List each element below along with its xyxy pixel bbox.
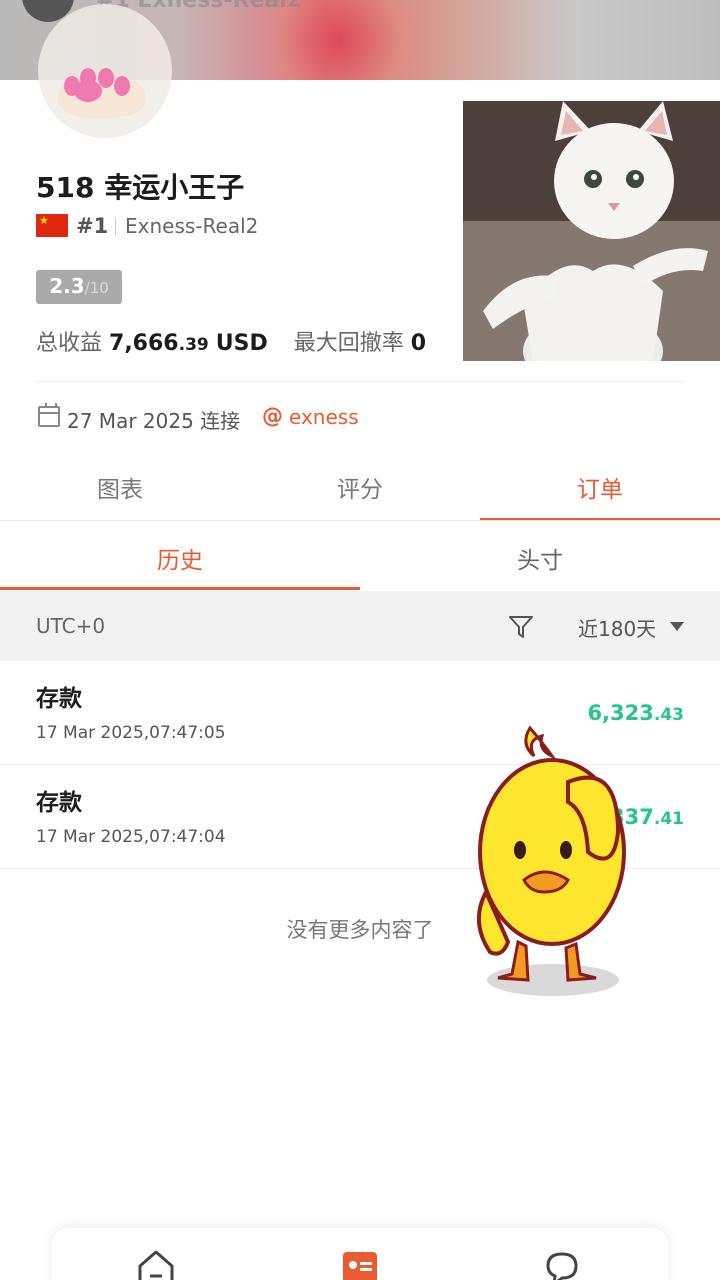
bottom-nav bbox=[52, 1228, 668, 1280]
max-drawdown-value: 0 bbox=[410, 331, 427, 356]
china-flag-icon: ★ bbox=[36, 214, 68, 237]
total-return-currency: USD bbox=[215, 331, 268, 356]
at-icon: @ bbox=[262, 404, 283, 428]
connected-date: 27 Mar 2025 连接 bbox=[67, 409, 241, 433]
divider bbox=[36, 381, 684, 382]
score-max: /10 bbox=[84, 279, 109, 297]
rank-label: #1 bbox=[76, 214, 109, 238]
sub-tabs: 历史 头寸 bbox=[0, 521, 720, 590]
duck-sticker-image bbox=[476, 725, 626, 996]
score-badge: 2.3/10 bbox=[36, 270, 122, 304]
score-value: 2.3 bbox=[49, 274, 85, 298]
stats-row: 总收益 7,666.39 USD 最大回撤率 0 bbox=[36, 325, 426, 357]
filter-icon[interactable] bbox=[508, 615, 534, 639]
tab-orders[interactable]: 订单 bbox=[480, 450, 720, 521]
tab-chart[interactable]: 图表 bbox=[0, 450, 240, 521]
home-icon[interactable] bbox=[134, 1246, 178, 1280]
max-drawdown-label: 最大回撤率 bbox=[293, 331, 404, 356]
timezone-label: UTC+0 bbox=[36, 614, 106, 638]
profile-name: 518 幸运小王子 bbox=[36, 171, 245, 204]
total-return-int: 7,666 bbox=[109, 331, 179, 356]
cat-sticker-image bbox=[463, 101, 720, 361]
profile-card-icon[interactable] bbox=[338, 1246, 382, 1280]
divider bbox=[115, 218, 116, 236]
chevron-down-icon[interactable] bbox=[670, 622, 684, 631]
order-time: 17 Mar 2025,07:47:04 bbox=[36, 827, 226, 847]
tab-positions[interactable]: 头寸 bbox=[360, 521, 720, 590]
tab-history[interactable]: 历史 bbox=[0, 521, 360, 590]
broker-link[interactable]: exness bbox=[289, 405, 359, 429]
order-type: 存款 bbox=[36, 790, 82, 816]
filter-bar: UTC+0 近180天 bbox=[0, 591, 720, 661]
order-type: 存款 bbox=[36, 686, 82, 712]
tab-rating[interactable]: 评分 bbox=[240, 450, 480, 521]
order-time: 17 Mar 2025,07:47:05 bbox=[36, 723, 226, 743]
total-return-dec: .39 bbox=[178, 335, 209, 355]
range-select[interactable]: 近180天 bbox=[578, 613, 656, 642]
chat-icon[interactable] bbox=[542, 1246, 586, 1280]
total-return-label: 总收益 bbox=[36, 331, 103, 356]
account-name: Exness-Real2 bbox=[125, 214, 259, 238]
calendar-icon bbox=[38, 403, 60, 427]
avatar[interactable] bbox=[38, 4, 172, 138]
main-tabs: 图表 评分 订单 bbox=[0, 450, 720, 521]
